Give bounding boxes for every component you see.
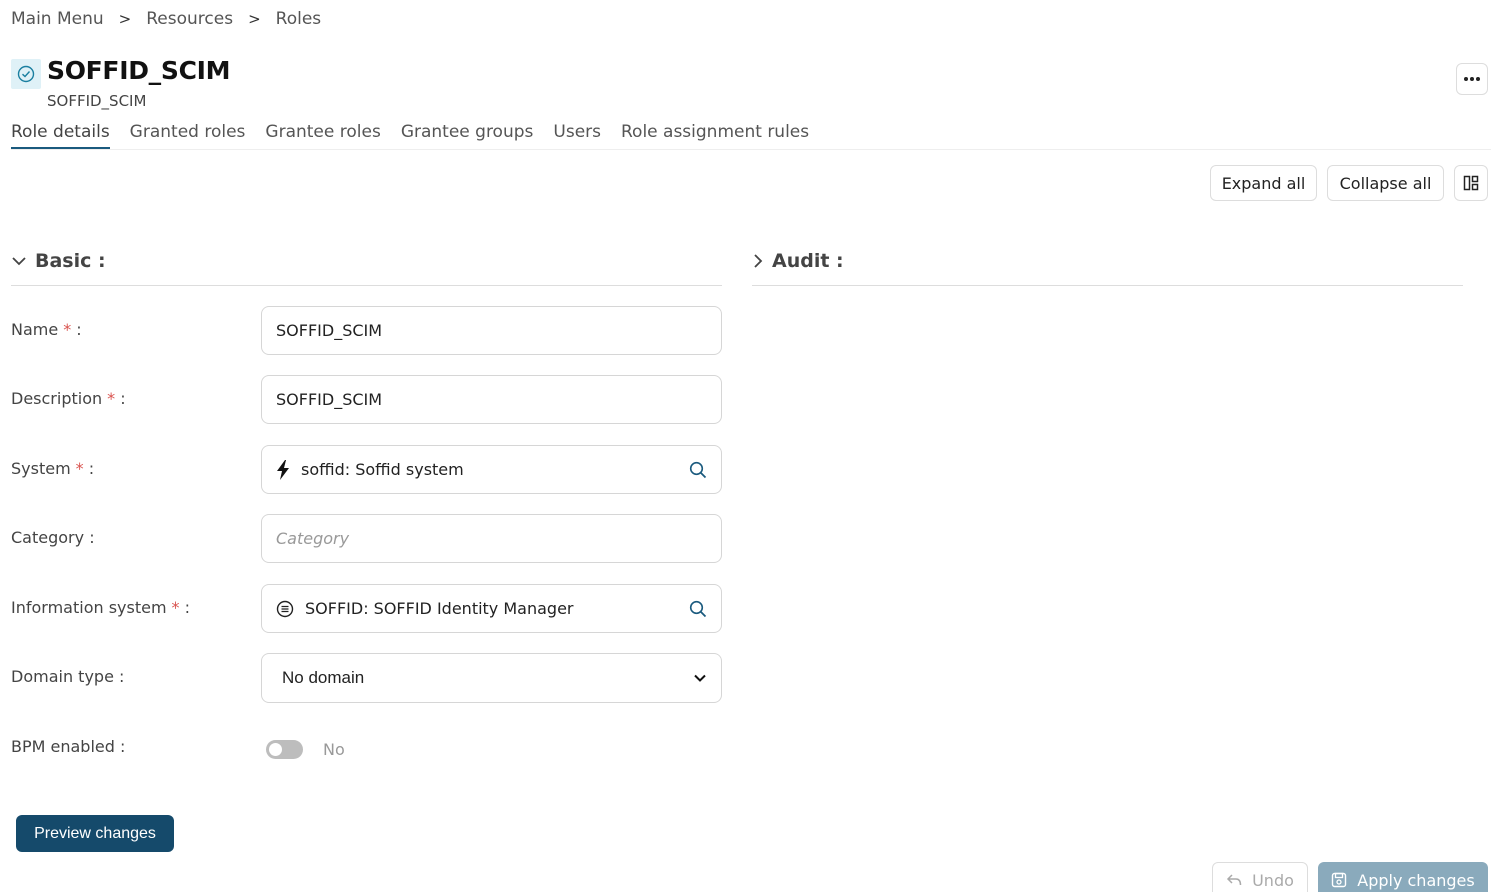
basic-section-divider	[11, 285, 722, 286]
list-circle-icon	[276, 600, 294, 618]
layout-grid-icon	[1463, 175, 1479, 191]
domain-type-label: Domain type :	[11, 667, 125, 686]
description-input[interactable]: SOFFID_SCIM	[261, 375, 722, 424]
breadcrumb-resources[interactable]: Resources	[146, 9, 233, 29]
bpm-enabled-toggle[interactable]	[266, 740, 303, 759]
search-icon[interactable]	[689, 461, 707, 479]
bpm-enabled-value: No	[323, 740, 345, 759]
information-system-label: Information system * :	[11, 598, 191, 617]
tabs-divider	[11, 149, 1491, 150]
undo-label: Undo	[1252, 870, 1294, 890]
more-horizontal-icon	[1464, 77, 1480, 81]
tab-grantee-roles[interactable]: Grantee roles	[265, 122, 380, 149]
page-subtitle: SOFFID_SCIM	[47, 92, 147, 110]
collapse-all-button[interactable]: Collapse all	[1327, 165, 1444, 201]
breadcrumb-separator: >	[118, 10, 132, 28]
system-label: System * :	[11, 459, 95, 478]
audit-section-divider	[752, 285, 1463, 286]
tab-users[interactable]: Users	[553, 122, 601, 149]
name-input-value: SOFFID_SCIM	[276, 321, 383, 340]
chevron-right-icon	[752, 253, 764, 269]
tab-bar: Role details Granted roles Grantee roles…	[11, 122, 829, 149]
save-icon	[1332, 872, 1347, 888]
more-options-button[interactable]	[1456, 63, 1488, 95]
description-label: Description * :	[11, 389, 126, 408]
search-icon[interactable]	[689, 600, 707, 618]
chevron-down-icon	[11, 255, 27, 267]
name-label: Name * :	[11, 320, 82, 339]
breadcrumb-roles[interactable]: Roles	[276, 9, 322, 29]
tab-granted-roles[interactable]: Granted roles	[130, 122, 246, 149]
audit-section-header[interactable]: Audit :	[752, 250, 844, 272]
category-input[interactable]: Category	[261, 514, 722, 563]
audit-section-title: Audit :	[772, 250, 844, 272]
apply-changes-label: Apply changes	[1357, 870, 1475, 890]
tab-role-assignment-rules[interactable]: Role assignment rules	[621, 122, 809, 149]
check-circle-icon	[11, 59, 41, 89]
description-input-value: SOFFID_SCIM	[276, 390, 383, 409]
tab-role-details[interactable]: Role details	[11, 122, 110, 149]
system-input[interactable]: soffid: Soffid system	[261, 445, 722, 494]
category-placeholder: Category	[276, 529, 350, 548]
domain-type-selected-value: No domain	[282, 668, 365, 687]
expand-all-button[interactable]: Expand all	[1210, 165, 1317, 201]
information-system-input[interactable]: SOFFID: SOFFID Identity Manager	[261, 584, 722, 633]
domain-type-select[interactable]: No domain	[261, 653, 722, 703]
apply-changes-button[interactable]: Apply changes	[1318, 862, 1488, 892]
system-input-value: soffid: Soffid system	[301, 460, 464, 479]
chevron-down-icon	[693, 673, 707, 683]
page-title: SOFFID_SCIM	[47, 56, 231, 85]
breadcrumb: Main Menu > Resources > Roles	[11, 9, 321, 29]
lightning-icon	[276, 459, 290, 480]
name-input[interactable]: SOFFID_SCIM	[261, 306, 722, 355]
breadcrumb-separator: >	[248, 10, 261, 28]
layout-toggle-button[interactable]	[1454, 165, 1488, 201]
toggle-knob	[269, 743, 282, 756]
undo-button[interactable]: Undo	[1212, 862, 1308, 892]
basic-section-title: Basic :	[35, 250, 106, 272]
tab-grantee-groups[interactable]: Grantee groups	[401, 122, 534, 149]
category-label: Category :	[11, 528, 95, 547]
bpm-enabled-label: BPM enabled :	[11, 737, 126, 756]
information-system-input-value: SOFFID: SOFFID Identity Manager	[305, 599, 574, 618]
preview-changes-button[interactable]: Preview changes	[16, 815, 174, 852]
undo-icon	[1227, 874, 1242, 886]
breadcrumb-main-menu[interactable]: Main Menu	[11, 9, 104, 29]
basic-section-header[interactable]: Basic :	[11, 250, 106, 272]
